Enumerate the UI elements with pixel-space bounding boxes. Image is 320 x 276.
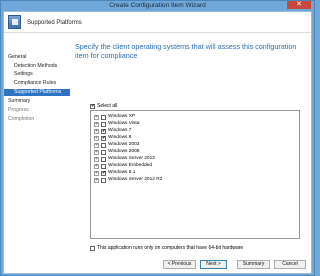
summary-button[interactable]: Summary	[237, 260, 270, 269]
checkbox-icon[interactable]	[101, 149, 106, 155]
nav-item-detection-methods[interactable]: Detection Methods	[4, 63, 70, 70]
checkbox-icon[interactable]	[101, 135, 106, 141]
tree-row[interactable]: + Windows 2008	[91, 149, 139, 155]
checkbox-icon[interactable]	[101, 177, 106, 183]
close-icon: ✕	[296, 1, 302, 8]
expand-icon[interactable]: +	[94, 149, 99, 155]
expand-icon[interactable]: +	[94, 128, 99, 134]
nav-item-general[interactable]: General	[4, 54, 70, 61]
checkbox-icon[interactable]	[101, 156, 106, 162]
nav-item-completion: Completion	[8, 116, 35, 122]
64bit-only-checkbox[interactable]: This application runs only on computers …	[90, 245, 243, 251]
cancel-button[interactable]: Cancel	[274, 260, 306, 269]
tree-row[interactable]: +Windows 7	[91, 128, 131, 134]
checkbox-icon[interactable]	[101, 128, 106, 134]
checkbox-icon[interactable]	[101, 163, 106, 169]
platform-tree[interactable]: +Windows XP +Windows Vista +Windows 7 +W…	[90, 110, 300, 239]
expand-icon[interactable]: +	[94, 170, 99, 176]
select-all-checkbox[interactable]: Select all	[90, 103, 117, 109]
nav-item-supported-platforms[interactable]: Supported Platforms	[4, 89, 70, 96]
checkbox-icon[interactable]	[101, 142, 106, 148]
tree-row[interactable]: + Windows Vista	[91, 121, 139, 127]
tree-row[interactable]: +Windows 8	[91, 135, 131, 141]
wizard-client-area: Supported Platforms General Detection Me…	[3, 11, 312, 274]
wizard-icon	[8, 15, 21, 29]
next-button[interactable]: Next >	[200, 260, 227, 269]
checkbox-icon[interactable]	[101, 121, 106, 127]
close-button[interactable]: ✕	[287, 1, 311, 9]
checkbox-icon[interactable]	[90, 103, 95, 109]
checkbox-icon[interactable]	[101, 170, 106, 176]
expand-icon[interactable]: +	[94, 163, 99, 169]
checkbox-icon[interactable]	[101, 114, 106, 120]
title-bar[interactable]: Create Configuration Item Wizard ✕	[1, 1, 314, 11]
nav-item-summary[interactable]: Summary	[4, 98, 70, 105]
tree-row[interactable]: +Windows 8.1	[91, 170, 135, 176]
expand-icon[interactable]: +	[94, 121, 99, 127]
tree-row[interactable]: + Windows Server 2012 R2	[91, 177, 162, 183]
nav-item-compliance-rules[interactable]: Compliance Rules	[4, 80, 70, 87]
page-title: Supported Platforms	[27, 20, 82, 26]
wizard-window: Create Configuration Item Wizard ✕ Suppo…	[0, 0, 315, 276]
window-title: Create Configuration Item Wizard	[109, 2, 206, 9]
expand-icon[interactable]: +	[94, 156, 99, 162]
expand-icon[interactable]: +	[94, 177, 99, 183]
tree-row[interactable]: + Windows 2003	[91, 142, 139, 148]
tree-row[interactable]: + Windows Embedded	[91, 163, 152, 169]
expand-icon[interactable]: +	[94, 142, 99, 148]
tree-row[interactable]: + Windows Server 2012	[91, 156, 155, 162]
checkbox-icon[interactable]	[90, 245, 95, 251]
previous-button[interactable]: < Previous	[163, 260, 196, 269]
tree-row[interactable]: + Windows XP	[91, 114, 135, 120]
wizard-header: Supported Platforms	[4, 12, 311, 33]
expand-icon[interactable]: +	[94, 135, 99, 141]
nav-item-progress: Progress	[8, 107, 29, 113]
main-content: Specify the client operating systems tha…	[70, 34, 310, 273]
instruction-heading: Specify the client operating systems tha…	[75, 42, 297, 60]
wizard-nav: General Detection Methods Settings Compl…	[4, 34, 70, 273]
nav-item-settings[interactable]: Settings	[4, 71, 70, 78]
expand-icon[interactable]: +	[94, 114, 99, 120]
